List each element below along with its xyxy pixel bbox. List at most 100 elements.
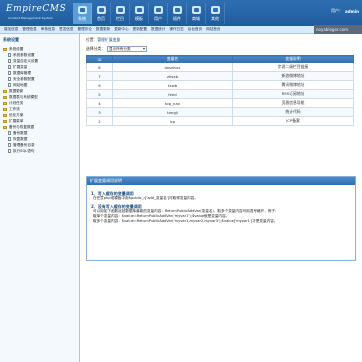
nav-item-5[interactable]: 插件 xyxy=(168,3,187,24)
header-name[interactable]: 变量名 xyxy=(112,55,233,63)
sidebar-item-label: 数据库管理 xyxy=(13,70,31,75)
file-icon xyxy=(8,59,11,63)
nav-label: 插件 xyxy=(173,16,181,21)
sidebar-item[interactable]: 执行SQL语句 xyxy=(0,148,79,154)
table-header-row: ID 变量名 变量说明 xyxy=(86,55,354,63)
table-row: 3 tongji 统计代码 xyxy=(86,107,354,117)
home-icon xyxy=(96,6,106,14)
header-id[interactable]: ID xyxy=(86,55,113,63)
nav-label: 商城 xyxy=(192,16,200,21)
nav-item-0[interactable]: 系统 xyxy=(73,3,92,24)
subnav-item-3[interactable]: 签发信息 xyxy=(59,27,73,32)
table-row: 8 dxsdhxx 步说二级栏目链接 xyxy=(86,62,354,72)
folder-icon xyxy=(3,119,7,123)
subnav-item-10[interactable]: 后台首页 xyxy=(188,27,202,32)
folder-icon xyxy=(3,107,7,111)
cell-desc: 腾讯微博地址 xyxy=(232,80,354,90)
sidebar-item-label: 系统参数设置 xyxy=(13,52,35,57)
sidebar-item-label: 管理备份目录 xyxy=(13,142,35,147)
help-body: 1、写入缓存的变量调用 在任意php或模板中用$public_r['add_变量名… xyxy=(87,185,355,227)
nav-label: 栏目 xyxy=(116,16,124,21)
cell-id: 6 xyxy=(86,80,113,90)
cell-name[interactable]: zhsxb xyxy=(112,71,233,81)
sidebar-item-label: 工作流 xyxy=(9,106,20,111)
table-row: 6 txwb 腾讯微博地址 xyxy=(86,80,354,90)
filter-label: 选择分类： xyxy=(86,46,105,51)
file-icon xyxy=(8,83,11,87)
subnav-item-2[interactable]: 审核信息 xyxy=(41,27,55,32)
nav-label: 用户 xyxy=(154,16,162,21)
top-header: EmpireCMS Content Management System 系统 首页… xyxy=(0,0,362,26)
cell-name[interactable]: top_nav xyxy=(112,98,233,108)
breadcrumb-link[interactable]: 管理扩展变量 xyxy=(97,37,120,43)
watermark: noyabloger.com xyxy=(314,25,362,34)
category-select[interactable]: 显示所有分类 xyxy=(106,46,147,52)
chevron-down-icon xyxy=(142,48,145,50)
help-line: 取多个变量内容：$value=ReturnPublicAddVar('myvar… xyxy=(93,219,278,223)
cell-name[interactable]: dxsdhxx xyxy=(112,62,233,72)
subnav-item-7[interactable]: 更新配置 xyxy=(133,27,147,32)
template-icon xyxy=(134,6,144,14)
sidebar-item-label: 恢复数据 xyxy=(13,136,28,141)
help-line: 在任意php或模板中用$public_r['add_变量名']可取得变量内容。 xyxy=(93,196,198,200)
user-area: 用户： admin xyxy=(331,8,359,14)
subnav-item-5[interactable]: 数据更新 xyxy=(96,27,110,32)
sidebar-title: 系统设置 xyxy=(3,37,19,42)
folder-icon xyxy=(3,101,7,105)
user-name[interactable]: admin xyxy=(345,9,359,14)
category-select-value: 显示所有分类 xyxy=(108,46,131,51)
cell-desc: 新浪微博地址 xyxy=(232,71,354,81)
cell-name[interactable]: txwb xyxy=(112,80,233,90)
category-filter: 选择分类： 显示所有分类 xyxy=(84,43,359,55)
variables-table: ID 变量名 变量说明 8 dxsdhxx 步说二级栏目链接 7 zhsxb 新浪微博地址… xyxy=(86,55,354,126)
logo[interactable]: EmpireCMS xyxy=(6,4,66,14)
cell-desc: RSS订阅地址 xyxy=(232,89,354,99)
main-nav: 系统 首页 栏目 模板 用户 插件 商城 其他 xyxy=(73,3,225,24)
subnav-item-4[interactable]: 管理评论 xyxy=(78,27,92,32)
cell-name[interactable]: feed xyxy=(112,89,233,99)
subnav-item-0[interactable]: 增加信息 xyxy=(4,27,18,32)
nav-item-6[interactable]: 商城 xyxy=(187,3,206,24)
cell-name[interactable]: tongji xyxy=(112,107,233,117)
user-label: 用户： xyxy=(331,8,344,13)
sidebar-item-label: 系统设置 xyxy=(9,46,24,51)
nav-item-7[interactable]: 其他 xyxy=(206,3,225,24)
main-content: 位置： 管理扩展变量 选择分类： 显示所有分类 ID 变量名 变量说明 8 dxs… xyxy=(84,36,359,126)
sidebar-item-label: 变量自定义设置 xyxy=(13,58,39,63)
folder-icon xyxy=(3,47,7,51)
subnav-item-6[interactable]: 更新中心 xyxy=(114,27,128,32)
file-icon xyxy=(8,65,11,69)
file-icon xyxy=(8,71,11,75)
breadcrumb: 位置： 管理扩展变量 xyxy=(84,36,359,43)
sidebar-tree: 系统设置 系统参数设置 变量自定义设置 扩展变量 数据库管理 安全参数配置 网站地图 数据更新… xyxy=(0,46,79,154)
table-row: 5 feed RSS订阅地址 xyxy=(86,89,354,99)
sidebar-item-label: 计划任务 xyxy=(9,100,24,105)
user-icon xyxy=(153,6,163,14)
nav-item-2[interactable]: 栏目 xyxy=(111,3,130,24)
header-desc[interactable]: 变量说明 xyxy=(232,55,354,63)
help-panel: 扩展变量调用说明 1、写入缓存的变量调用 在任意php或模板中用$public_r… xyxy=(86,176,356,261)
cell-desc: 页眉信息导航 xyxy=(232,98,354,108)
subnav-item-8[interactable]: 数据统计 xyxy=(151,27,165,32)
nav-item-1[interactable]: 首页 xyxy=(92,3,111,24)
file-icon xyxy=(8,137,11,141)
nav-label: 首页 xyxy=(97,16,105,21)
file-icon xyxy=(8,53,11,57)
subnav-item-9[interactable]: 操作日志 xyxy=(169,27,183,32)
nav-item-3[interactable]: 模板 xyxy=(130,3,149,24)
plugin-icon xyxy=(172,6,182,14)
sidebar-item-label: 数据表与系统模型 xyxy=(9,94,38,99)
cell-desc: 步说二级栏目链接 xyxy=(232,62,354,72)
nav-label: 其他 xyxy=(211,16,219,21)
sidebar-item-label: 网站地图 xyxy=(13,82,28,87)
logo-subtitle: Content Management System xyxy=(8,16,53,20)
subnav-item-1[interactable]: 管理信息 xyxy=(22,27,36,32)
table-row: 2 icp ICP备案 xyxy=(86,116,354,126)
nav-item-4[interactable]: 用户 xyxy=(149,3,168,24)
cell-name[interactable]: icp xyxy=(112,116,233,126)
cell-desc: 统计代码 xyxy=(232,107,354,117)
subnav-item-11[interactable]: 网站首页 xyxy=(206,27,220,32)
file-icon xyxy=(8,77,11,81)
nav-label: 模板 xyxy=(135,16,143,21)
breadcrumb-prefix: 位置： xyxy=(86,36,98,42)
